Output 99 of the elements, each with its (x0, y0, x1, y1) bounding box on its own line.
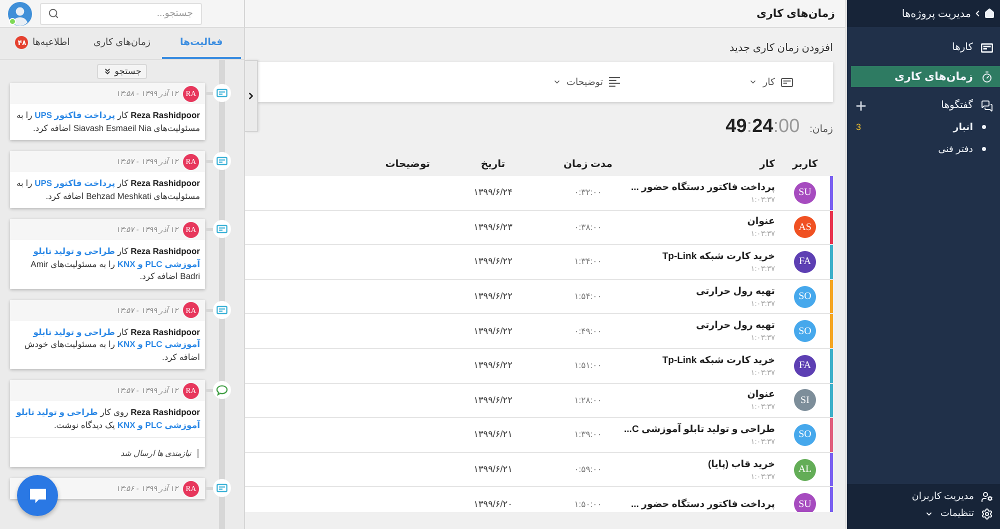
task-name: خرید کارت شبکه Tp-Link (662, 354, 775, 366)
duration-cell: ۰:۳۲:۰۰ (574, 187, 602, 198)
channel-item[interactable]: انبار (953, 122, 1000, 132)
task-name: خرید قاب (پایا) (708, 458, 775, 470)
card-icon (213, 220, 231, 238)
add-button[interactable] (854, 98, 868, 112)
footer-link[interactable]: تنظیمات (847, 505, 993, 522)
date-cell: ۱۳۹۹/۶/۲۲ (474, 360, 512, 372)
task-name: طراحی و تولید تابلو آموزشی C... (624, 424, 775, 435)
stopwatch-icon (981, 70, 993, 82)
collapse-handle[interactable] (245, 60, 258, 132)
user-gear-icon (981, 490, 993, 502)
date-cell: ۱۳۹۹/۶/۲۱ (474, 429, 512, 440)
column-header: کار (758, 158, 776, 170)
chevron-down-icon (552, 78, 561, 86)
speech-bubble-icon (213, 381, 231, 399)
duration-cell: ۰:۵۹:۰۰ (574, 464, 602, 476)
chevron-left-icon (973, 9, 982, 18)
timer-display: 49:24:00 (726, 116, 800, 138)
task-link[interactable]: طراحی و تولید تابلو (16, 407, 98, 417)
card-icon (781, 78, 793, 86)
column-header: توضیحات (384, 158, 431, 170)
chat-icon (28, 488, 46, 504)
comment-text: نیازمندی ها ارسال شد (120, 449, 199, 458)
task-link[interactable]: آموزشی PLC و KNX (117, 420, 200, 430)
footer-link[interactable]: مدیریت کاربران (847, 488, 993, 505)
chevron-right-icon (246, 91, 256, 101)
section-heading: افزودن زمان کاری جدید (728, 41, 833, 56)
date-cell: ۱۳۹۹/۶/۲۱ (474, 464, 512, 476)
duration-cell: ۱:۵۱:۰۰ (574, 360, 602, 372)
date-cell: ۱۳۹۹/۶/۲۳ (474, 222, 512, 233)
profile-avatar[interactable] (8, 2, 32, 26)
card-icon (213, 479, 231, 497)
channel-item[interactable]: دفتر فنی (938, 144, 1000, 154)
panel-tab[interactable]: زمان‌های کاری (82, 28, 162, 59)
date-cell: ۱۳۹۹/۶/۲۲ (474, 256, 512, 268)
dropdown-field[interactable]: توضیحات (552, 76, 620, 88)
card-icon (213, 300, 231, 318)
column-header: تاریخ (480, 158, 506, 170)
user-avatar: SO (794, 286, 816, 308)
card-icon (981, 42, 993, 54)
nav-item[interactable]: زمان‌های کاری (851, 66, 1000, 87)
duration-cell: ۱:۳۹:۰۰ (574, 429, 602, 440)
task-name: عنوان (747, 389, 775, 400)
breadcrumb-link[interactable]: مدیریت پروژه‌ها (902, 8, 995, 20)
date-cell: ۱۳۹۹/۶/۲۲ (474, 291, 512, 302)
date-cell: ۱۳۹۹/۶/۲۲ (474, 394, 512, 406)
duration-cell: ۰:۳۸:۰۰ (574, 222, 602, 233)
user-avatar: AS (794, 216, 816, 238)
task-link[interactable]: پرداخت فاکتور UPS (34, 110, 116, 120)
user-avatar: SU (794, 182, 816, 204)
task-link[interactable]: طراحی و تولید تابلو (33, 246, 116, 256)
bullet-icon (982, 147, 986, 151)
task-link[interactable]: آموزشی PLC و KNX (117, 258, 200, 268)
bullet-icon (982, 125, 986, 129)
search-icon (48, 8, 59, 18)
duration-cell: ۱:۵۴:۰۰ (574, 291, 602, 302)
task-name: تهیه رول حرارتی (696, 286, 775, 297)
duration-cell: ۱:۳۴:۰۰ (574, 256, 602, 268)
user-avatar: SU (794, 493, 816, 512)
date-cell: ۱۳۹۹/۶/۲۲ (474, 326, 512, 337)
search-field[interactable]: جستجو... (40, 2, 202, 24)
user-avatar: FA (794, 354, 816, 377)
task-name: پرداخت فاکتور دستگاه حضور ... (630, 182, 775, 193)
user-avatar: SI (794, 389, 816, 412)
nav-item[interactable]: کارها (851, 37, 1000, 58)
duration-cell: ۰:۴۹:۰۰ (574, 326, 602, 337)
date-cell: ۱۳۹۹/۶/۲۴ (474, 187, 512, 198)
chat-bubbles-icon (981, 100, 993, 112)
column-header: مدت زمان (562, 158, 614, 170)
timer-label: زمان: (810, 124, 833, 135)
card-icon (213, 84, 231, 102)
double-chevron-down-icon (102, 67, 112, 76)
nav-item[interactable]: گفتگوها (872, 95, 1000, 116)
task-link[interactable]: طراحی و تولید تابلو (33, 326, 116, 336)
user-avatar: SO (794, 320, 816, 342)
task-link[interactable]: پرداخت فاکتور UPS (34, 178, 116, 188)
page-title: زمان‌های کاری (756, 7, 835, 20)
user-avatar: SO (794, 424, 816, 446)
card-icon (213, 152, 231, 170)
chevron-down-icon (748, 78, 757, 86)
settings-icon (981, 508, 993, 520)
column-header: کاربر (791, 158, 819, 170)
user-avatar: AL (794, 458, 816, 481)
duration-cell: ۱:۲۸:۰۰ (574, 394, 602, 406)
task-name: پرداخت فاکتور دستگاه حضور ... (630, 498, 775, 510)
user-avatar: FA (794, 250, 816, 273)
home-icon (984, 8, 995, 19)
task-name: تهیه رول حرارتی (696, 320, 775, 332)
unread-count: 3 (855, 122, 862, 132)
duration-cell: ۱:۵۰:۰۰ (574, 498, 602, 510)
dropdown-field[interactable]: کار (748, 76, 793, 88)
search-filter-button[interactable]: جستجو (96, 64, 148, 79)
task-link[interactable]: آموزشی PLC و KNX (117, 339, 200, 349)
plus-icon (854, 98, 868, 112)
task-name: عنوان (747, 216, 775, 228)
text-lines-icon (609, 77, 620, 87)
task-name: خرید کارت شبکه Tp-Link (662, 250, 775, 262)
date-cell: ۱۳۹۹/۶/۲۰ (474, 498, 512, 510)
